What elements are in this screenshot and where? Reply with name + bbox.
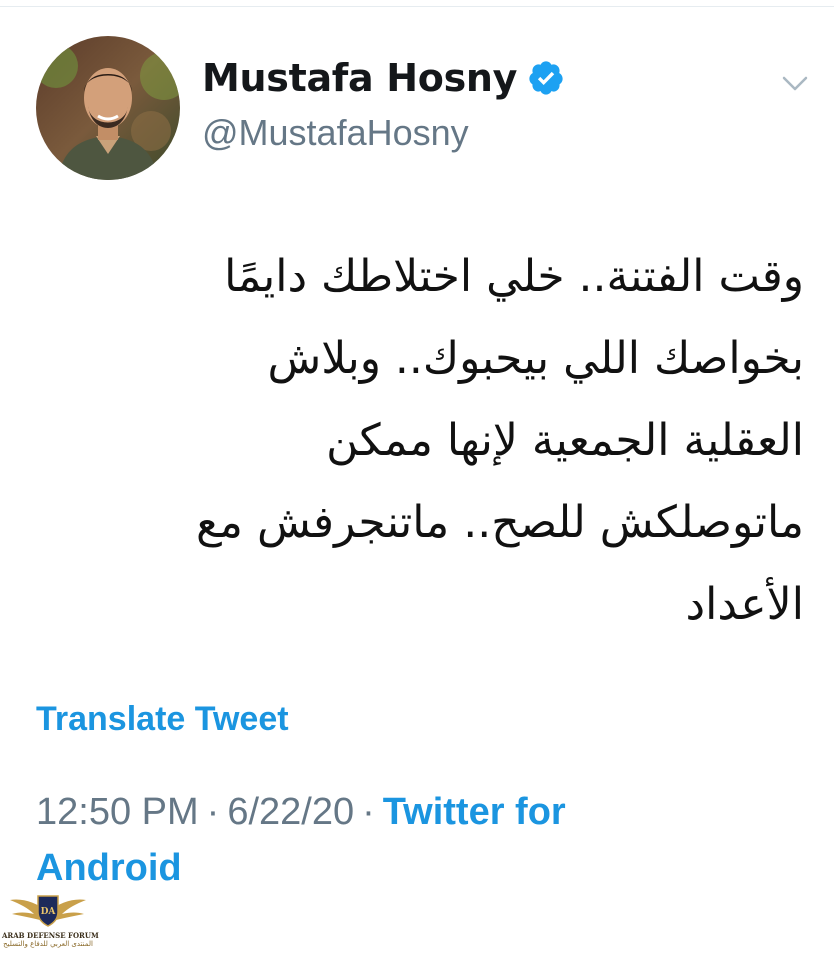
- forum-watermark: DA ARAB DEFENSE FORUM المنتدى العربي للد…: [2, 892, 99, 958]
- display-name[interactable]: Mustafa Hosny: [202, 56, 517, 100]
- tweet-metadata: 12:50 PM · 6/22/20 · Twitter for Android: [36, 784, 716, 896]
- translate-tweet-link[interactable]: Translate Tweet: [36, 700, 289, 739]
- verified-badge-icon: [529, 61, 563, 95]
- avatar[interactable]: [36, 36, 180, 180]
- avatar-image: [36, 36, 180, 180]
- chevron-down-icon[interactable]: [778, 66, 812, 100]
- forum-badge-text: DA: [41, 907, 57, 917]
- tweet-source-line2[interactable]: Android: [36, 847, 182, 889]
- tweet-line: ماتوصلكش للصح.. ماتنجرفش مع: [195, 497, 804, 548]
- display-name-row[interactable]: Mustafa Hosny: [202, 56, 565, 100]
- forum-subtitle: المنتدى العربي للدفاع والتسليح: [3, 940, 93, 948]
- forum-title: ARAB DEFENSE FORUM: [2, 931, 99, 940]
- tweet-line: بخواصك اللي بيحبوك.. وبلاش: [267, 333, 804, 384]
- tweet-line: وقت الفتنة.. خلي اختلاطك دايمًا: [224, 251, 804, 302]
- tweet-line: العقلية الجمعية لإنها ممكن: [326, 415, 804, 466]
- forum-logo-icon: DA: [10, 895, 86, 927]
- tweet-date[interactable]: 6/22/20: [227, 791, 354, 833]
- meta-separator: ·: [362, 791, 375, 833]
- tweet-line: الأعداد: [685, 579, 805, 630]
- meta-separator: ·: [206, 791, 220, 833]
- tweet-text: وقت الفتنة.. خلي اختلاطك دايمًا بخواصك ا…: [24, 236, 804, 646]
- user-handle[interactable]: @MustafaHosny: [202, 112, 469, 154]
- tweet-time[interactable]: 12:50 PM: [36, 791, 199, 833]
- tweet-source-line1[interactable]: Twitter for: [383, 791, 566, 833]
- top-divider: [0, 6, 834, 7]
